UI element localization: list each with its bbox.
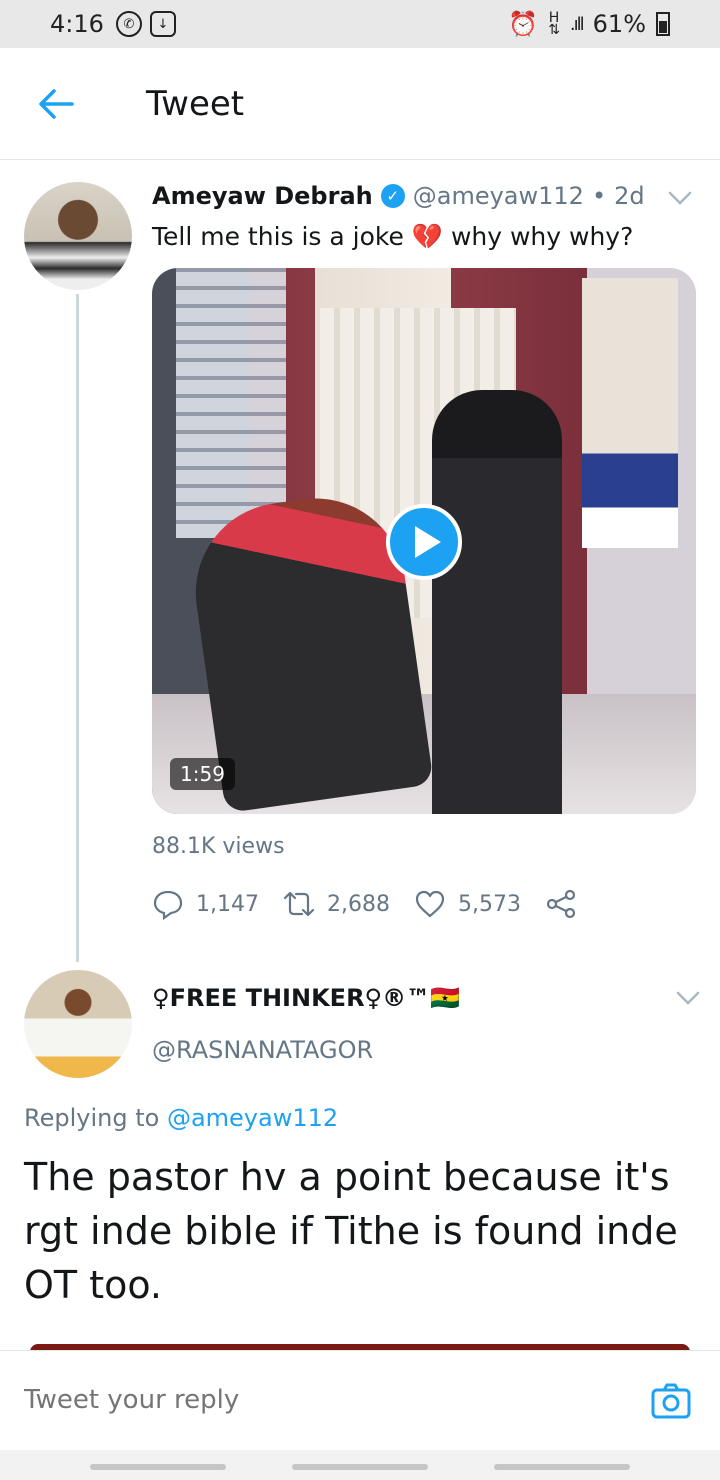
reply-author-name-text: ♀FREE THINKER♀®™ <box>152 984 431 1012</box>
status-right: ⏰ H ⇅ .ıll 61% <box>508 10 670 38</box>
reply-author-avatar[interactable] <box>24 970 132 1078</box>
video-scene-person <box>432 390 562 814</box>
arrow-left-icon[interactable] <box>36 86 76 122</box>
dot-separator: • <box>591 182 607 210</box>
page-title: Tweet <box>146 84 245 124</box>
reply-author-name[interactable]: ♀FREE THINKER♀®™🇬🇭 <box>152 984 460 1012</box>
video-scene-poster <box>582 278 678 548</box>
nav-back-button[interactable] <box>494 1464 630 1470</box>
reply-compose-bar <box>0 1350 720 1450</box>
data-icon: H ⇅ <box>548 10 560 38</box>
system-nav-bar <box>0 1450 720 1480</box>
reply-count: 1,147 <box>196 891 259 917</box>
nav-recents-button[interactable] <box>90 1464 226 1470</box>
signal-icon: .ıll <box>569 13 585 35</box>
broken-heart-emoji: 💔 <box>411 222 443 251</box>
like-count: 5,573 <box>457 891 521 917</box>
app-header: Tweet <box>0 48 720 160</box>
author-handle[interactable]: @ameyaw112 <box>413 182 584 210</box>
verified-badge-icon: ✓ <box>380 184 405 208</box>
tweet-text-part1: Tell me this is a joke <box>152 222 404 251</box>
view-count: 88.1K views <box>152 834 285 859</box>
battery-percent: 61% <box>592 10 646 38</box>
reply-icon <box>153 890 183 920</box>
retweet-count: 2,688 <box>326 891 390 917</box>
replying-to-handle-link[interactable]: @ameyaw112 <box>167 1104 338 1132</box>
tweet-text: Tell me this is a joke 💔 why why why? <box>152 222 633 252</box>
reply-text: The pastor hv a point because it's rgt i… <box>24 1155 678 1307</box>
tweet-age: 2d <box>614 182 645 210</box>
author-avatar[interactable] <box>24 182 132 290</box>
thread-line <box>76 294 79 962</box>
status-time: 4:16 <box>50 10 104 38</box>
chevron-down-icon[interactable] <box>674 988 702 1008</box>
reply-button[interactable]: 1,147 <box>152 888 259 920</box>
like-button[interactable]: 5,573 <box>414 888 521 920</box>
reply-author-handle[interactable]: @RASNANATAGOR <box>152 1036 373 1064</box>
share-button[interactable] <box>545 888 577 920</box>
whatsapp-icon: ✆ <box>115 11 142 37</box>
video-scene-window <box>176 268 286 538</box>
camera-icon[interactable] <box>650 1381 692 1421</box>
reply-input[interactable] <box>24 1385 584 1415</box>
video-duration: 1:59 <box>170 758 235 790</box>
tweet-actions: 1,147 2,688 5,573 <box>152 884 601 924</box>
battery-icon <box>656 12 670 36</box>
status-bar: 4:16 ✆ ↓ ⏰ H ⇅ .ıll 61% <box>0 0 720 48</box>
author-name[interactable]: Ameyaw Debrah <box>152 182 373 210</box>
replying-to-label: Replying to <box>24 1104 160 1132</box>
retweet-icon <box>283 891 315 917</box>
heart-icon <box>415 890 445 918</box>
tweet-text-part2: why why why? <box>450 222 634 251</box>
ghana-flag-emoji: 🇬🇭 <box>430 984 461 1012</box>
download-icon: ↓ <box>149 11 176 37</box>
alarm-icon: ⏰ <box>508 10 539 38</box>
video-player[interactable]: 1:59 <box>152 268 696 814</box>
chevron-down-icon[interactable] <box>666 188 694 208</box>
replying-to-line: Replying to @ameyaw112 <box>24 1104 338 1132</box>
tweet-header: Ameyaw Debrah ✓ @ameyaw112 • 2d <box>152 182 645 210</box>
share-icon <box>546 889 576 919</box>
play-icon[interactable] <box>386 504 462 580</box>
nav-home-button[interactable] <box>292 1464 428 1470</box>
retweet-button[interactable]: 2,688 <box>283 888 390 920</box>
